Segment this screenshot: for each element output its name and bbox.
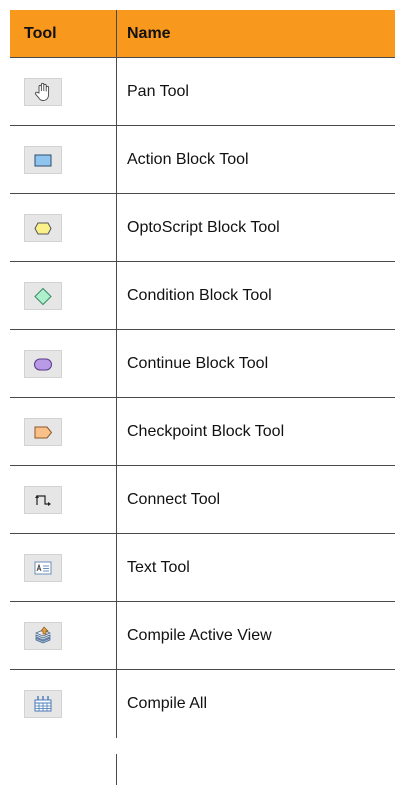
- tool-name: OptoScript Block Tool: [127, 218, 280, 236]
- text-tool-button[interactable]: [24, 553, 62, 582]
- tool-name: Connect Tool: [127, 490, 221, 508]
- compile-view-icon: [34, 625, 52, 643]
- text-icon: [34, 561, 52, 574]
- tool-name: Compile All: [127, 695, 208, 712]
- name-column-header: Name: [127, 24, 171, 42]
- condition-block-tool-button[interactable]: [24, 281, 62, 310]
- table-row: Connect Tool: [10, 466, 395, 534]
- connect-icon: [35, 494, 51, 506]
- action-block-tool-button[interactable]: [24, 145, 62, 174]
- tool-name: Condition Block Tool: [127, 286, 272, 304]
- tool-name: Checkpoint Block Tool: [127, 422, 285, 440]
- table-row: Text Tool: [10, 534, 395, 602]
- checkpoint-block-tool-button[interactable]: [24, 417, 62, 446]
- checkpoint-block-icon: [34, 426, 53, 438]
- action-block-icon: [34, 154, 52, 166]
- pan-tool-button[interactable]: [24, 77, 62, 106]
- compile-active-view-button[interactable]: [24, 621, 62, 650]
- table-row: Compile All: [10, 670, 395, 738]
- hand-icon: [34, 82, 50, 101]
- condition-block-icon: [34, 287, 52, 305]
- table-row: Action Block Tool: [10, 126, 395, 194]
- continue-block-icon: [34, 358, 52, 370]
- table-row: Continue Block Tool: [10, 330, 395, 398]
- tool-name: Compile Active View: [127, 626, 272, 644]
- tool-column-header: Tool: [10, 10, 117, 57]
- continue-block-tool-button[interactable]: [24, 349, 62, 378]
- table-row: Pan Tool: [10, 58, 395, 126]
- tools-table: Tool Name Pan Tool Action Block Tool Opt…: [10, 10, 395, 738]
- optoscript-block-tool-button[interactable]: [24, 213, 62, 242]
- table-header-row: Tool Name: [10, 10, 395, 58]
- tool-name: Pan Tool: [127, 82, 189, 100]
- tool-name: Action Block Tool: [127, 150, 249, 168]
- optoscript-block-icon: [34, 222, 52, 234]
- column-divider: [116, 754, 117, 785]
- connect-tool-button[interactable]: [24, 485, 62, 514]
- compile-all-button[interactable]: [24, 690, 62, 718]
- tool-name: Text Tool: [127, 558, 190, 576]
- table-row: Condition Block Tool: [10, 262, 395, 330]
- table-row: Checkpoint Block Tool: [10, 398, 395, 466]
- compile-all-icon: [34, 696, 52, 712]
- table-row: OptoScript Block Tool: [10, 194, 395, 262]
- table-row: Compile Active View: [10, 602, 395, 670]
- tool-name: Continue Block Tool: [127, 354, 269, 372]
